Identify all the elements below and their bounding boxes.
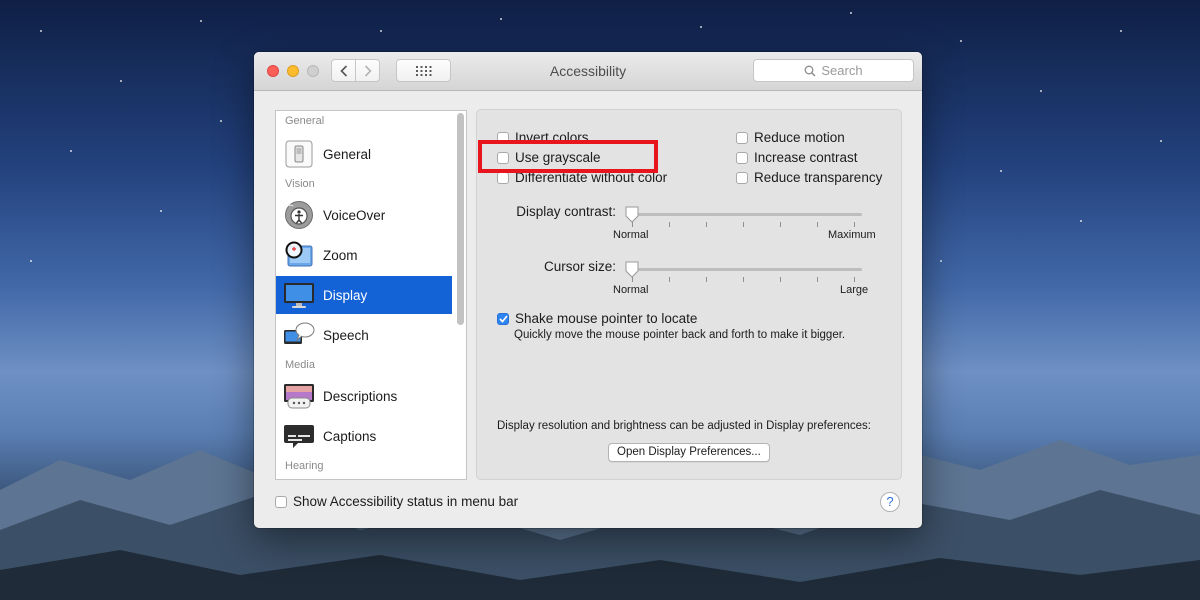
display-contrast-max-label: Maximum [828,229,876,241]
display-monitor-icon [283,280,315,310]
checkbox-box[interactable] [497,312,509,325]
descriptions-icon [283,381,315,411]
checkbox-label: Reduce motion [754,130,845,145]
search-icon [804,65,816,77]
checkbox-box[interactable] [736,131,748,144]
display-contrast-min-label: Normal [613,229,649,241]
checkbox-label: Show Accessibility status in menu bar [293,494,519,509]
sidebar-item-label: General [323,146,372,162]
highlight-annotation [478,140,658,173]
slider-tick [817,222,818,227]
checkbox-label: Increase contrast [754,150,858,165]
sidebar-item-display[interactable]: Display [276,276,452,314]
slider-tick [669,222,670,227]
forward-button[interactable] [355,59,380,82]
reduce-transparency-checkbox[interactable]: Reduce transparency [736,170,882,185]
sidebar-item-label: Speech [323,327,369,343]
show-status-in-menu-bar-checkbox[interactable]: Show Accessibility status in menu bar [275,494,518,509]
display-contrast-label: Display contrast: [516,204,616,219]
checkbox-box[interactable] [275,495,287,508]
search-field[interactable]: Search [753,59,914,82]
search-placeholder: Search [821,63,863,78]
sidebar-item-zoom[interactable]: Zoom [276,236,452,274]
cursor-size-min-label: Normal [613,284,649,296]
grid-icon [415,65,431,76]
title-bar: Accessibility Search [254,52,922,91]
category-sidebar[interactable]: General General Vision VoiceOver Zoom Di… [275,110,467,480]
reduce-motion-checkbox[interactable]: Reduce motion [736,130,845,145]
accessibility-window: Accessibility Search General General Vis… [254,52,922,528]
checkbox-box[interactable] [497,171,509,184]
zoom-magnifier-icon [283,240,315,270]
sidebar-item-voiceover[interactable]: VoiceOver [276,196,452,234]
sidebar-item-label: Zoom [323,247,358,263]
slider-tick [817,277,818,282]
slider-tick [743,277,744,282]
slider-track[interactable] [628,213,862,216]
shake-description: Quickly move the mouse pointer back and … [514,329,846,341]
slider-tick [854,222,855,227]
sidebar-item-label: Captions [323,428,377,444]
cursor-size-label: Cursor size: [543,259,616,274]
cursor-size-max-label: Large [840,284,869,296]
increase-contrast-checkbox[interactable]: Increase contrast [736,150,858,165]
checkbox-label: Reduce transparency [754,170,883,185]
checkbox-box[interactable] [736,151,748,164]
checkbox-label: Shake mouse pointer to locate [515,311,698,326]
shake-mouse-checkbox[interactable]: Shake mouse pointer to locate [497,311,697,326]
slider-knob[interactable] [625,206,639,223]
speech-bubble-icon [283,320,315,350]
slider-tick [706,222,707,227]
slider-tick [780,277,781,282]
sidebar-item-descriptions[interactable]: Descriptions [276,377,452,415]
chevron-right-icon [364,64,372,77]
section-header-hearing: Hearing [285,460,324,472]
show-all-button[interactable] [396,59,451,82]
sidebar-scrollbar[interactable] [457,113,464,325]
slider-tick [743,222,744,227]
general-switch-icon [283,139,315,169]
checkmark-icon [498,314,508,323]
sidebar-item-label: Descriptions [323,388,398,404]
open-display-preferences-button[interactable]: Open Display Preferences... [608,443,770,462]
sidebar-item-general[interactable]: General [276,135,452,173]
checkbox-box[interactable] [736,171,748,184]
captions-icon [283,421,315,451]
section-header-vision: Vision [285,178,315,190]
section-header-media: Media [285,359,315,371]
sidebar-item-label: VoiceOver [323,207,386,223]
slider-tick [780,222,781,227]
chevron-left-icon [339,64,347,77]
slider-track[interactable] [628,268,862,271]
sidebar-item-label: Display [323,287,368,303]
back-button[interactable] [331,59,356,82]
sidebar-item-captions[interactable]: Captions [276,417,452,455]
sidebar-item-speech[interactable]: Speech [276,316,452,354]
section-header-general: General [285,115,325,127]
slider-tick [854,277,855,282]
slider-tick [669,277,670,282]
voiceover-icon [283,200,315,230]
help-button[interactable]: ? [880,492,900,512]
slider-knob[interactable] [625,261,639,278]
display-preferences-note: Display resolution and brightness can be… [497,420,871,432]
slider-tick [706,277,707,282]
